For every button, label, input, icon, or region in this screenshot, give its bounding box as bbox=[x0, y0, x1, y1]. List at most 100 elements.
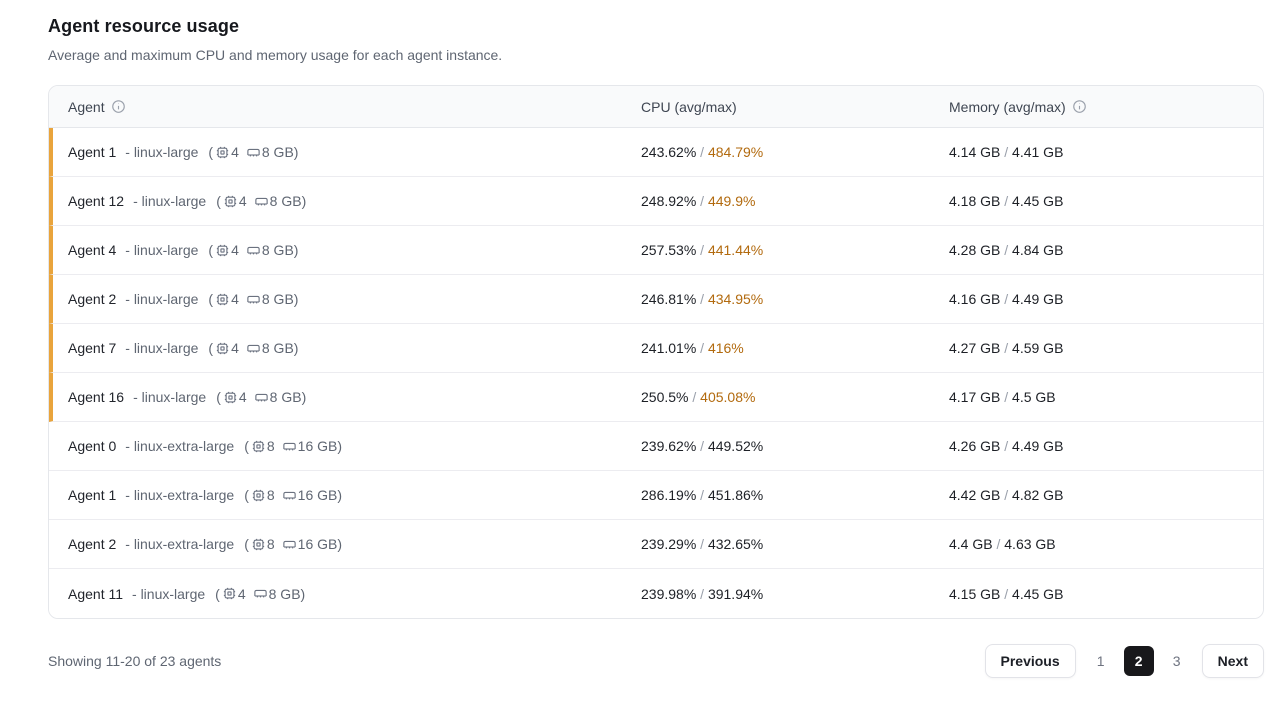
agent-name: Agent 16 bbox=[68, 389, 124, 405]
agent-name: Agent 12 bbox=[68, 193, 124, 209]
page-title: Agent resource usage bbox=[48, 16, 1264, 37]
cpu-max-value: 391.94% bbox=[708, 586, 763, 602]
memory-max-value: 4.5 GB bbox=[1012, 389, 1056, 405]
spec-cores: 8 bbox=[267, 536, 275, 552]
column-header-memory-label: Memory (avg/max) bbox=[949, 99, 1066, 115]
memory-info-icon[interactable] bbox=[1072, 99, 1087, 114]
spec-ram: 16 GB bbox=[298, 536, 338, 552]
page-3-button[interactable]: 3 bbox=[1166, 646, 1188, 676]
cpu-avg-value: 246.81% bbox=[641, 291, 696, 307]
memory-avg-value: 4.18 GB bbox=[949, 193, 1000, 209]
cpu-avg-value: 250.5% bbox=[641, 389, 688, 405]
cpu-cell: 239.98% / 391.94% bbox=[641, 586, 949, 602]
cpu-icon bbox=[223, 390, 238, 405]
cpu-avg-value: 239.98% bbox=[641, 586, 696, 602]
column-header-agent-label: Agent bbox=[68, 99, 105, 115]
page-subtitle: Average and maximum CPU and memory usage… bbox=[48, 47, 1264, 63]
agent-spec: (48 GB) bbox=[216, 389, 306, 405]
memory-max-value: 4.41 GB bbox=[1012, 144, 1063, 160]
spec-ram: 8 GB bbox=[270, 389, 302, 405]
cpu-max-value: 416% bbox=[708, 340, 744, 356]
page-1-button[interactable]: 1 bbox=[1090, 646, 1112, 676]
cpu-avg-value: 243.62% bbox=[641, 144, 696, 160]
memory-icon bbox=[282, 488, 297, 503]
value-separator: / bbox=[696, 144, 708, 160]
cpu-avg-value: 257.53% bbox=[641, 242, 696, 258]
agent-info-icon[interactable] bbox=[111, 99, 126, 114]
agent-cell: Agent 16 - linux-large (48 GB) bbox=[53, 389, 641, 405]
cpu-icon bbox=[222, 586, 237, 601]
spec-paren-open: ( bbox=[208, 340, 213, 356]
agent-name: Agent 2 bbox=[68, 291, 116, 307]
cpu-avg-value: 239.62% bbox=[641, 438, 696, 454]
agent-cell: Agent 1 - linux-extra-large (816 GB) bbox=[49, 487, 641, 503]
memory-cell: 4.17 GB / 4.5 GB bbox=[949, 389, 1263, 405]
spec-paren-open: ( bbox=[208, 144, 213, 160]
value-separator: / bbox=[1000, 144, 1012, 160]
spec-paren-open: ( bbox=[244, 487, 249, 503]
value-separator: / bbox=[1000, 291, 1012, 307]
memory-avg-value: 4.16 GB bbox=[949, 291, 1000, 307]
spec-cores: 4 bbox=[231, 291, 239, 307]
cpu-avg-value: 248.92% bbox=[641, 193, 696, 209]
value-separator: / bbox=[1000, 389, 1012, 405]
cpu-cell: 246.81% / 434.95% bbox=[641, 291, 949, 307]
cpu-icon bbox=[215, 243, 230, 258]
memory-avg-value: 4.17 GB bbox=[949, 389, 1000, 405]
agent-cell: Agent 4 - linux-large (48 GB) bbox=[53, 242, 641, 258]
spec-cores: 4 bbox=[239, 389, 247, 405]
memory-cell: 4.4 GB / 4.63 GB bbox=[949, 536, 1263, 552]
memory-cell: 4.28 GB / 4.84 GB bbox=[949, 242, 1263, 258]
next-button[interactable]: Next bbox=[1202, 644, 1264, 678]
spec-paren-close: ) bbox=[337, 487, 342, 503]
memory-cell: 4.18 GB / 4.45 GB bbox=[949, 193, 1263, 209]
cpu-max-value: 441.44% bbox=[708, 242, 763, 258]
agent-spec: (816 GB) bbox=[244, 536, 342, 552]
spec-paren-close: ) bbox=[337, 536, 342, 552]
table-body: Agent 1 - linux-large (48 GB) 243.62% / … bbox=[49, 128, 1263, 618]
spec-cores: 4 bbox=[231, 144, 239, 160]
value-separator: / bbox=[1000, 586, 1012, 602]
agent-cell: Agent 1 - linux-large (48 GB) bbox=[53, 144, 641, 160]
previous-button[interactable]: Previous bbox=[985, 644, 1076, 678]
memory-max-value: 4.49 GB bbox=[1012, 291, 1063, 307]
page-2-button[interactable]: 2 bbox=[1124, 646, 1154, 676]
cpu-max-value: 449.52% bbox=[708, 438, 763, 454]
cpu-cell: 243.62% / 484.79% bbox=[641, 144, 949, 160]
memory-max-value: 4.49 GB bbox=[1012, 438, 1063, 454]
value-separator: / bbox=[1000, 340, 1012, 356]
spec-cores: 4 bbox=[231, 242, 239, 258]
memory-cell: 4.16 GB / 4.49 GB bbox=[949, 291, 1263, 307]
agent-name: Agent 0 bbox=[68, 438, 116, 454]
agent-spec: (816 GB) bbox=[244, 438, 342, 454]
table-row: Agent 4 - linux-large (48 GB) 257.53% / … bbox=[49, 226, 1263, 275]
value-separator: / bbox=[696, 291, 708, 307]
spec-ram: 8 GB bbox=[262, 242, 294, 258]
table-footer: Showing 11-20 of 23 agents Previous 123 … bbox=[48, 643, 1264, 679]
spec-paren-close: ) bbox=[302, 193, 307, 209]
table-row: Agent 1 - linux-large (48 GB) 243.62% / … bbox=[49, 128, 1263, 177]
table-row: Agent 2 - linux-extra-large (816 GB) 239… bbox=[49, 520, 1263, 569]
table-row: Agent 11 - linux-large (48 GB) 239.98% /… bbox=[49, 569, 1263, 618]
pagination: Previous 123 Next bbox=[985, 644, 1265, 678]
spec-paren-open: ( bbox=[244, 438, 249, 454]
agent-cell: Agent 2 - linux-large (48 GB) bbox=[53, 291, 641, 307]
memory-cell: 4.26 GB / 4.49 GB bbox=[949, 438, 1263, 454]
cpu-max-value: 451.86% bbox=[708, 487, 763, 503]
memory-cell: 4.27 GB / 4.59 GB bbox=[949, 340, 1263, 356]
value-separator: / bbox=[1000, 193, 1012, 209]
memory-cell: 4.42 GB / 4.82 GB bbox=[949, 487, 1263, 503]
cpu-icon bbox=[251, 488, 266, 503]
agent-spec: (48 GB) bbox=[216, 193, 306, 209]
agent-spec: (48 GB) bbox=[215, 586, 305, 602]
spec-ram: 16 GB bbox=[298, 487, 338, 503]
agent-machine-type: - linux-large bbox=[125, 144, 198, 160]
value-separator: / bbox=[1000, 242, 1012, 258]
value-separator: / bbox=[696, 586, 708, 602]
agent-cell: Agent 11 - linux-large (48 GB) bbox=[49, 586, 641, 602]
cpu-max-value: 434.95% bbox=[708, 291, 763, 307]
memory-icon bbox=[282, 537, 297, 552]
value-separator: / bbox=[696, 536, 708, 552]
value-separator: / bbox=[993, 536, 1005, 552]
memory-icon bbox=[246, 292, 261, 307]
